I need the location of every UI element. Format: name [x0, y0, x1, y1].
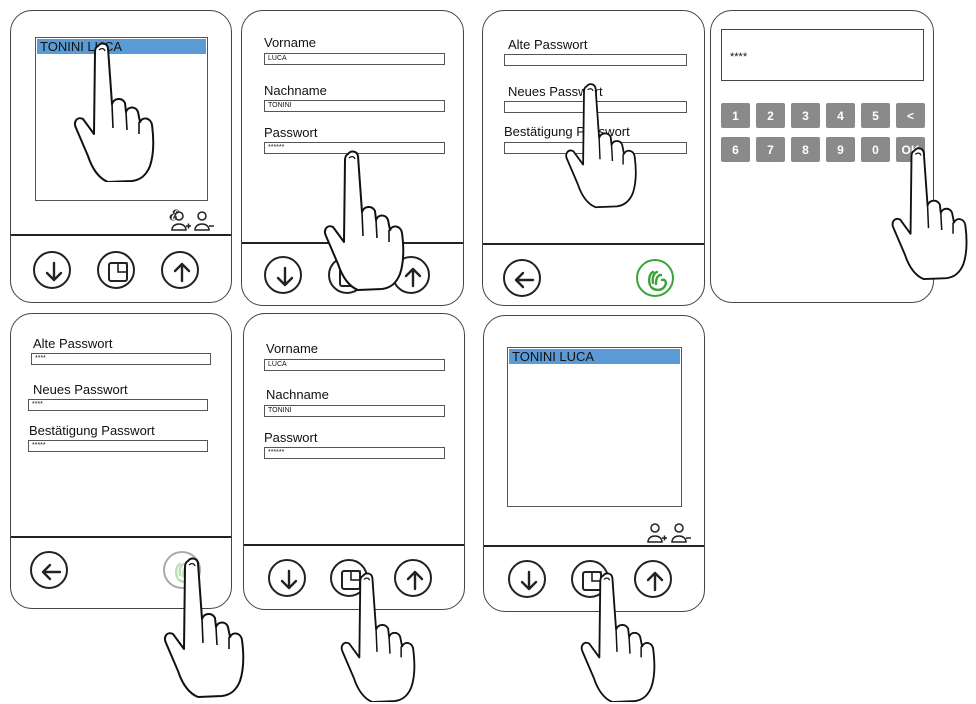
confirm-password-field[interactable]: ***** [28, 440, 208, 452]
edit-icon [99, 253, 137, 291]
password-label: Passwort [264, 125, 318, 140]
first-name-field[interactable]: LUCA [264, 53, 445, 65]
panel-change-password: Alte Passwort Neues Passwort Bestätigung… [482, 10, 705, 306]
down-button[interactable] [268, 559, 306, 597]
keypad-key[interactable]: < [896, 103, 925, 128]
last-name-field[interactable]: TONINI [264, 405, 445, 417]
arrow-up-icon [394, 258, 432, 296]
panel-user-list-final: TONINI LUCA [483, 315, 705, 612]
arrow-down-icon [266, 258, 304, 296]
first-name-field[interactable]: LUCA [264, 359, 445, 371]
first-name-label: Vorname [266, 341, 319, 356]
keypad-key[interactable]: 3 [791, 103, 820, 128]
divider [11, 536, 231, 538]
edit-button[interactable] [328, 256, 366, 294]
last-name-label: Nachname [266, 387, 329, 402]
keypad-key[interactable]: 1 [721, 103, 750, 128]
confirm-password-field[interactable] [504, 142, 687, 154]
panel-user-list: TONINI LUCA 𝓔 [10, 10, 232, 303]
down-button[interactable] [33, 251, 71, 289]
password-field[interactable]: ****** [264, 447, 445, 459]
user-add-icon[interactable]: 𝓔 [169, 207, 180, 224]
edit-icon [573, 562, 611, 600]
confirm-button[interactable] [636, 259, 674, 297]
up-button[interactable] [161, 251, 199, 289]
new-password-label: Neues Passwort [508, 84, 603, 99]
old-password-field[interactable] [504, 54, 687, 66]
new-password-field[interactable] [504, 101, 687, 113]
confirm-password-label: Bestätigung Passwort [29, 423, 155, 438]
divider [242, 242, 463, 244]
user-list-item-selected[interactable]: TONINI LUCA [509, 349, 680, 364]
arrow-down-icon [35, 253, 73, 291]
back-button[interactable] [503, 259, 541, 297]
keypad-key[interactable]: 9 [826, 137, 855, 162]
panel-user-form-saved: Vorname LUCA Nachname TONINI Passwort **… [243, 313, 465, 610]
hand-confirm-icon [165, 553, 203, 591]
arrow-up-icon [636, 562, 674, 600]
new-password-field[interactable]: **** [28, 399, 208, 411]
old-password-label: Alte Passwort [508, 37, 588, 52]
keypad-key[interactable]: OK [896, 137, 925, 162]
arrow-up-icon [163, 253, 201, 291]
keypad-display: **** [721, 29, 924, 81]
divider [11, 234, 231, 236]
up-button[interactable] [394, 559, 432, 597]
keypad-key[interactable]: 4 [826, 103, 855, 128]
panel-keypad: **** 1 2 3 4 5 <6 7 8 9 0 OK [710, 10, 934, 303]
keypad-key[interactable]: 5 [861, 103, 890, 128]
keypad-key[interactable]: 0 [861, 137, 890, 162]
panel-change-password-filled: Alte Passwort **** Neues Passwort **** B… [10, 313, 232, 609]
confirm-button[interactable] [163, 551, 201, 589]
user-list-item-selected[interactable]: TONINI LUCA [37, 39, 206, 54]
edit-icon [330, 258, 368, 296]
keypad-display-value: **** [730, 51, 748, 63]
arrow-left-icon [505, 261, 543, 299]
last-name-field[interactable]: TONINI [264, 100, 445, 112]
arrow-down-icon [510, 562, 548, 600]
edit-button[interactable] [571, 560, 609, 598]
arrow-left-icon [32, 553, 70, 591]
arrow-down-icon [270, 561, 308, 599]
keypad-key[interactable]: 2 [756, 103, 785, 128]
first-name-label: Vorname [264, 35, 317, 50]
password-field[interactable]: ****** [264, 142, 445, 154]
user-icons: 𝓔 [169, 207, 180, 224]
up-button[interactable] [634, 560, 672, 598]
edit-button[interactable] [330, 559, 368, 597]
keypad-key[interactable]: 8 [791, 137, 820, 162]
down-button[interactable] [264, 256, 302, 294]
edit-icon [332, 561, 370, 599]
down-button[interactable] [508, 560, 546, 598]
edit-button[interactable] [97, 251, 135, 289]
old-password-field[interactable]: **** [31, 353, 211, 365]
panel-user-form: Vorname LUCA Nachname TONINI Passwort **… [241, 10, 464, 306]
user-list[interactable]: TONINI LUCA [507, 347, 682, 507]
divider [483, 243, 704, 245]
confirm-password-label: Bestätigung Passwort [504, 124, 630, 139]
divider [244, 544, 464, 546]
keypad-key[interactable]: 6 [721, 137, 750, 162]
back-button[interactable] [30, 551, 68, 589]
password-label: Passwort [264, 430, 318, 445]
arrow-up-icon [396, 561, 434, 599]
user-list[interactable]: TONINI LUCA [35, 37, 208, 201]
up-button[interactable] [392, 256, 430, 294]
last-name-label: Nachname [264, 83, 327, 98]
new-password-label: Neues Passwort [33, 382, 128, 397]
keypad-key[interactable]: 7 [756, 137, 785, 162]
hand-confirm-icon [638, 261, 676, 299]
old-password-label: Alte Passwort [33, 336, 113, 351]
divider [484, 545, 704, 547]
